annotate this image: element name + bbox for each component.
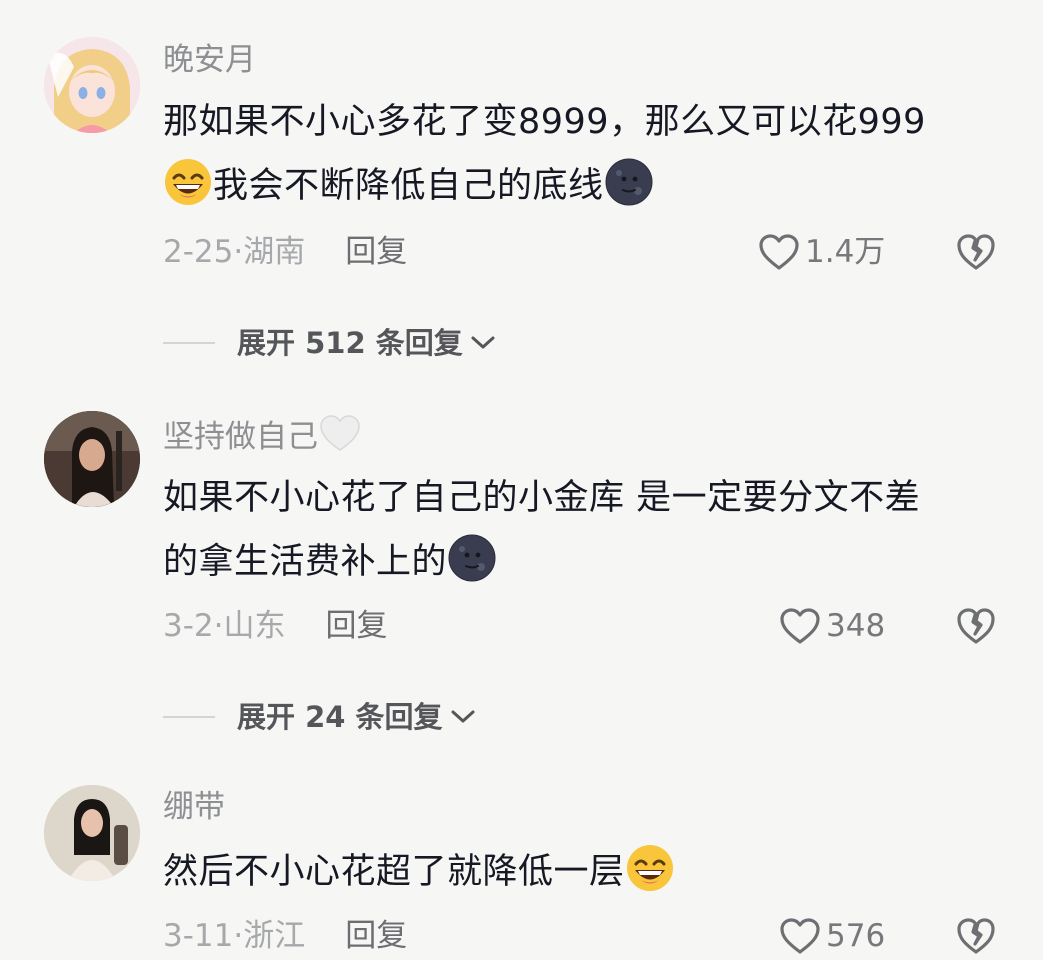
comment-text-line-2: 我会不断降低自己的底线 (163, 154, 1013, 218)
divider-line (163, 716, 215, 718)
expand-replies-label: 展开 512 条回复 (237, 326, 463, 360)
heart-outline-icon (778, 916, 822, 956)
comment-text: 那如果不小心多花了变8999，那么又可以花999 我会不断降低自己的底线 (163, 90, 1013, 218)
avatar[interactable] (44, 411, 140, 507)
comment-text-segment: 的拿生活费补上的 (163, 542, 448, 582)
new-moon-face-emoji (604, 157, 654, 207)
avatar[interactable] (44, 785, 140, 881)
grinning-sweat-emoji (625, 843, 675, 893)
comment-text-line: 如果不小心花了自己的小金库 是一定要分文不差 (163, 478, 921, 518)
comment-text-line: 那如果不小心多花了变8999，那么又可以花999 (163, 102, 926, 142)
comment-text: 然后不小心花超了就降低一层 (163, 840, 1013, 904)
heart-outline-icon (757, 232, 801, 272)
comment-text-segment: 然后不小心花超了就降低一层 (163, 852, 625, 892)
broken-heart-icon[interactable] (955, 231, 997, 273)
like-button[interactable]: 348 (778, 606, 885, 646)
username[interactable]: 坚持做自己 (163, 413, 362, 457)
comment-meta: 3-11·浙江 回复 (163, 916, 407, 956)
comment-text: 如果不小心花了自己的小金库 是一定要分文不差 的拿生活费补上的 (163, 466, 1013, 594)
comment-text-line: 然后不小心花超了就降低一层 (163, 840, 1013, 904)
like-count: 576 (826, 918, 886, 954)
like-count: 348 (826, 608, 886, 644)
reply-button[interactable]: 回复 (345, 918, 407, 954)
expand-replies-button[interactable]: 展开 24 条回复 (163, 697, 477, 737)
comment-meta: 3-2·山东 回复 (163, 606, 388, 646)
username[interactable]: 绷带 (163, 787, 225, 827)
white-heart-emoji (318, 413, 362, 453)
like-button[interactable]: 1.4万 (757, 232, 885, 272)
username-text: 坚持做自己 (163, 419, 318, 455)
reply-button[interactable]: 回复 (345, 234, 407, 270)
broken-heart-icon[interactable] (955, 605, 997, 647)
comment-text-line-2: 的拿生活费补上的 (163, 530, 1013, 594)
expand-replies-label: 展开 24 条回复 (237, 700, 443, 734)
expand-replies-button[interactable]: 展开 512 条回复 (163, 323, 497, 363)
date-location: 3-2·山东 (163, 608, 286, 644)
date-location: 3-11·浙江 (163, 918, 306, 954)
username[interactable]: 晚安月 (163, 40, 256, 80)
divider-line (163, 342, 215, 344)
comment-meta: 2-25·湖南 回复 (163, 232, 407, 272)
avatar[interactable] (44, 37, 140, 133)
broken-heart-icon[interactable] (955, 915, 997, 957)
date-location: 2-25·湖南 (163, 234, 306, 270)
comment-text-segment: 我会不断降低自己的底线 (213, 166, 604, 206)
like-count: 1.4万 (805, 234, 886, 270)
new-moon-face-emoji (447, 533, 497, 583)
heart-outline-icon (778, 606, 822, 646)
grinning-sweat-emoji (163, 157, 213, 207)
like-button[interactable]: 576 (778, 916, 885, 956)
chevron-down-icon (469, 333, 497, 353)
chevron-down-icon (449, 707, 477, 727)
reply-button[interactable]: 回复 (326, 608, 388, 644)
